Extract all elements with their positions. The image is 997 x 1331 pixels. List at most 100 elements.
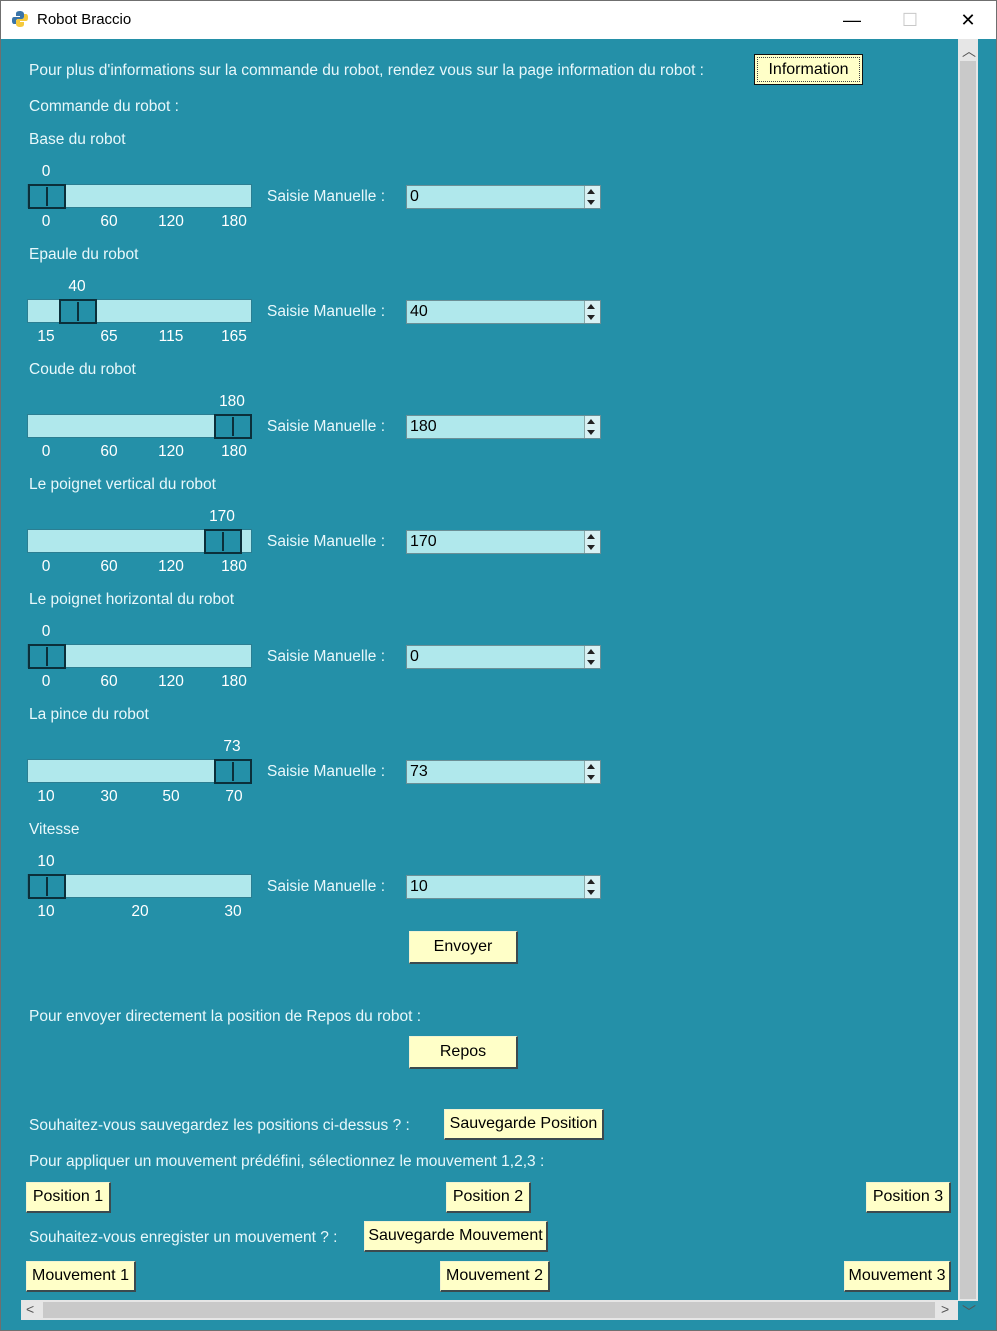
slider-tick-label: 180 xyxy=(221,443,247,460)
main-content: Pour plus d'informations sur la commande… xyxy=(1,39,958,1301)
slider-thumb[interactable] xyxy=(28,184,66,209)
slider-label: Le poignet horizontal du robot xyxy=(29,591,235,608)
spin-up-icon[interactable] xyxy=(587,879,595,884)
slider-track[interactable] xyxy=(27,874,252,899)
spinbox-value[interactable]: 10 xyxy=(410,878,428,896)
slider-thumb[interactable] xyxy=(214,414,252,439)
maximize-button[interactable]: ☐ xyxy=(881,1,939,39)
slider-grip xyxy=(222,532,224,551)
scroll-up-icon[interactable]: ︿ xyxy=(962,41,976,61)
slider-tick-label: 70 xyxy=(225,788,243,805)
manual-input-label: Saisie Manuelle : xyxy=(267,418,386,435)
manual-input-spinbox[interactable]: 170 xyxy=(406,530,601,554)
manual-input-spinbox[interactable]: 180 xyxy=(406,415,601,439)
slider-track[interactable] xyxy=(27,184,252,209)
close-button[interactable]: ✕ xyxy=(939,1,996,39)
spinbox-value[interactable]: 0 xyxy=(410,188,419,206)
slider-track[interactable] xyxy=(27,414,252,439)
minimize-button[interactable]: — xyxy=(823,1,881,39)
manual-input-label: Saisie Manuelle : xyxy=(267,188,386,205)
repos-button[interactable]: Repos xyxy=(409,1036,518,1069)
manual-input-spinbox[interactable]: 0 xyxy=(406,185,601,209)
spin-down-icon[interactable] xyxy=(587,545,595,550)
movement-2-button[interactable]: Mouvement 2 xyxy=(440,1261,550,1292)
spin-down-icon[interactable] xyxy=(587,315,595,320)
minimize-icon: — xyxy=(843,9,861,30)
spin-up-icon[interactable] xyxy=(587,649,595,654)
horizontal-scrollbar[interactable]: < > xyxy=(21,1300,958,1320)
slider-tick-label: 115 xyxy=(158,328,184,345)
spinbox-arrows[interactable] xyxy=(584,531,600,553)
spin-down-icon[interactable] xyxy=(587,660,595,665)
slider-tick-label: 120 xyxy=(158,213,184,230)
manual-input-spinbox[interactable]: 0 xyxy=(406,645,601,669)
spinbox-arrows[interactable] xyxy=(584,646,600,668)
spinbox-arrows[interactable] xyxy=(584,876,600,898)
movement-3-button[interactable]: Mouvement 3 xyxy=(844,1261,951,1292)
slider-track[interactable] xyxy=(27,759,252,784)
slider-tick-label: 165 xyxy=(221,328,247,345)
manual-input-spinbox[interactable]: 40 xyxy=(406,300,601,324)
spinbox-value[interactable]: 40 xyxy=(410,303,428,321)
slider-track[interactable] xyxy=(27,644,252,669)
save-position-button[interactable]: Sauvegarde Position xyxy=(444,1109,604,1140)
spinbox-value[interactable]: 180 xyxy=(410,418,437,436)
slider-track[interactable] xyxy=(27,299,252,324)
manual-input-label: Saisie Manuelle : xyxy=(267,648,386,665)
slider-track[interactable] xyxy=(27,529,252,554)
vertical-scrollbar[interactable]: ︿ xyxy=(958,39,978,1301)
movement-1-button[interactable]: Mouvement 1 xyxy=(26,1261,136,1292)
vertical-scroll-thumb[interactable] xyxy=(960,61,976,1299)
slider-value: 0 xyxy=(41,623,51,640)
slider-thumb[interactable] xyxy=(214,759,252,784)
slider-tick-label: 180 xyxy=(221,673,247,690)
spinbox-value[interactable]: 0 xyxy=(410,648,419,666)
spin-up-icon[interactable] xyxy=(587,534,595,539)
maximize-icon: ☐ xyxy=(901,9,919,30)
spin-down-icon[interactable] xyxy=(587,430,595,435)
slider-tick-label: 10 xyxy=(37,903,55,920)
spinbox-arrows[interactable] xyxy=(584,416,600,438)
spinbox-arrows[interactable] xyxy=(584,186,600,208)
scroll-left-icon[interactable]: < xyxy=(26,1301,34,1317)
envoyer-button[interactable]: Envoyer xyxy=(409,931,518,964)
scroll-down-icon[interactable]: ﹀ xyxy=(962,1302,976,1322)
rest-text: Pour envoyer directement la position de … xyxy=(29,1008,422,1025)
app-window: Robot Braccio — ☐ ✕ Pour plus d'informat… xyxy=(0,0,997,1331)
slider-label: Coude du robot xyxy=(29,361,136,378)
position-1-button[interactable]: Position 1 xyxy=(26,1182,111,1213)
spinbox-arrows[interactable] xyxy=(584,301,600,323)
slider-value: 0 xyxy=(41,163,51,180)
information-button[interactable]: Information xyxy=(754,54,863,85)
slider-thumb[interactable] xyxy=(28,874,66,899)
position-3-button[interactable]: Position 3 xyxy=(866,1182,951,1213)
spin-up-icon[interactable] xyxy=(587,764,595,769)
manual-input-spinbox[interactable]: 10 xyxy=(406,875,601,899)
spinbox-value[interactable]: 170 xyxy=(410,533,437,551)
horizontal-scroll-thumb[interactable] xyxy=(43,1302,935,1318)
slider-thumb[interactable] xyxy=(59,299,97,324)
slider-tick-label: 120 xyxy=(158,558,184,575)
slider-thumb[interactable] xyxy=(204,529,242,554)
slider-tick-label: 120 xyxy=(158,443,184,460)
slider-thumb[interactable] xyxy=(28,644,66,669)
save-movement-button[interactable]: Sauvegarde Mouvement xyxy=(364,1221,548,1252)
spin-up-icon[interactable] xyxy=(587,304,595,309)
spin-up-icon[interactable] xyxy=(587,189,595,194)
position-2-button[interactable]: Position 2 xyxy=(446,1182,531,1213)
scroll-right-icon[interactable]: > xyxy=(941,1301,949,1317)
close-icon: ✕ xyxy=(960,9,976,30)
spinbox-value[interactable]: 73 xyxy=(410,763,428,781)
slider-tick-label: 50 xyxy=(162,788,180,805)
manual-input-label: Saisie Manuelle : xyxy=(267,533,386,550)
slider-grip xyxy=(232,762,234,781)
manual-input-spinbox[interactable]: 73 xyxy=(406,760,601,784)
slider-tick-label: 0 xyxy=(41,558,51,575)
slider-label: Le poignet vertical du robot xyxy=(29,476,216,493)
spin-down-icon[interactable] xyxy=(587,890,595,895)
spin-down-icon[interactable] xyxy=(587,200,595,205)
spin-up-icon[interactable] xyxy=(587,419,595,424)
spinbox-arrows[interactable] xyxy=(584,761,600,783)
spin-down-icon[interactable] xyxy=(587,775,595,780)
slider-tick-label: 60 xyxy=(100,443,118,460)
